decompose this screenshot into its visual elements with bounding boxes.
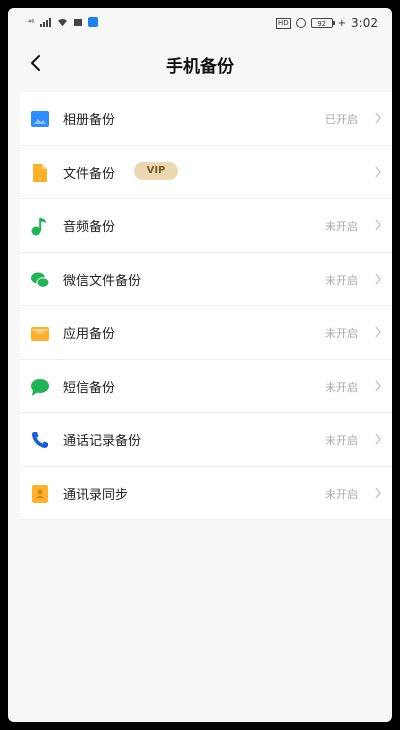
app-box-icon xyxy=(31,327,49,341)
status-time: 3:02 xyxy=(351,16,378,30)
status-right: HD 92 + 3:02 xyxy=(276,16,378,30)
list-item-app-backup[interactable]: 应用备份 未开启 xyxy=(20,306,392,360)
chevron-right-icon xyxy=(375,219,381,231)
item-status: 未开启 xyxy=(325,487,358,501)
signal-icon xyxy=(40,17,52,27)
item-label: 微信文件备份 xyxy=(63,273,142,289)
list-item-sms-backup[interactable]: 短信备份 未开启 xyxy=(20,360,392,413)
battery-icon: 92 xyxy=(310,18,335,28)
item-label: 通话记录备份 xyxy=(63,434,142,449)
alarm-icon xyxy=(295,18,306,28)
hd-icon: HD xyxy=(276,17,291,29)
item-status: 已开启 xyxy=(325,113,358,126)
list-item-contacts-sync[interactable]: 通讯录同步 未开启 xyxy=(20,467,392,520)
notification-icon xyxy=(74,18,83,26)
file-icon xyxy=(33,163,47,182)
phone-screen: ⁴⁶ HD 92 + 3:02 手机备份 相册备份 已开启 文件备份 VIP 音… xyxy=(8,8,392,722)
chevron-right-icon xyxy=(375,326,381,338)
vip-badge: VIP xyxy=(134,161,178,180)
list-item-photo-backup[interactable]: 相册备份 已开启 xyxy=(20,92,392,146)
list-item-call-log-backup[interactable]: 通话记录备份 未开启 xyxy=(20,413,392,467)
battery-level: 92 xyxy=(317,20,327,28)
status-bar: ⁴⁶ HD 92 + 3:02 xyxy=(8,8,392,38)
item-status: 未开启 xyxy=(325,434,358,447)
chevron-right-icon xyxy=(375,112,381,124)
item-label: 音频备份 xyxy=(63,220,116,235)
chevron-right-icon xyxy=(375,433,381,445)
item-status: 未开启 xyxy=(325,327,358,340)
item-label: 文件备份 xyxy=(63,166,116,182)
item-status: 未开启 xyxy=(325,273,358,287)
app-notification-icon xyxy=(88,17,99,27)
backup-list: 相册备份 已开启 文件备份 VIP 音频备份 未开启 微信文件备份 未开启 应用… xyxy=(20,92,392,520)
item-label: 相册备份 xyxy=(63,113,116,128)
music-icon xyxy=(31,218,46,236)
chevron-right-icon xyxy=(375,166,381,177)
list-item-wechat-backup[interactable]: 微信文件备份 未开启 xyxy=(20,253,392,306)
item-label: 应用备份 xyxy=(63,327,116,342)
phone-icon xyxy=(32,432,48,448)
contacts-icon xyxy=(32,484,48,503)
photo-icon xyxy=(31,111,49,127)
message-icon xyxy=(31,378,49,396)
item-label: 短信备份 xyxy=(63,380,116,396)
list-item-file-backup[interactable]: 文件备份 VIP xyxy=(20,146,392,199)
status-left: ⁴⁶ xyxy=(28,17,99,27)
item-status: 未开启 xyxy=(325,380,358,394)
page-title: 手机备份 xyxy=(166,57,234,77)
item-label: 通讯录同步 xyxy=(63,487,129,503)
wechat-icon xyxy=(31,272,50,288)
chevron-right-icon xyxy=(375,380,381,391)
chevron-right-icon xyxy=(375,273,381,284)
charging-icon: + xyxy=(337,17,347,29)
header-bar: 手机备份 xyxy=(8,38,392,88)
chevron-right-icon xyxy=(375,487,381,498)
list-item-audio-backup[interactable]: 音频备份 未开启 xyxy=(20,199,392,253)
item-status: 未开启 xyxy=(325,220,358,233)
wifi-icon xyxy=(58,18,68,26)
signal-type-label: ⁴⁶ xyxy=(28,17,35,27)
